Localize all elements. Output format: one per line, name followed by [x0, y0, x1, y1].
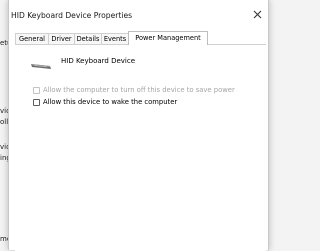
allow-wake-option[interactable]: Allow this device to wake the computer: [33, 98, 177, 106]
tab-driver[interactable]: Driver: [48, 33, 75, 44]
tab-power-management[interactable]: Power Management: [128, 31, 208, 45]
keyboard-icon: [31, 64, 51, 69]
allow-wake-label[interactable]: Allow this device to wake the computer: [43, 98, 177, 106]
tab-events[interactable]: Events: [101, 33, 129, 44]
allow-turn-off-option: Allow the computer to turn off this devi…: [33, 86, 235, 94]
title-bar[interactable]: HID Keyboard Device Properties: [9, 0, 268, 30]
dialog-title: HID Keyboard Device Properties: [11, 11, 133, 20]
tab-details[interactable]: Details: [74, 33, 102, 44]
allow-turn-off-checkbox: [33, 86, 40, 94]
device-name: HID Keyboard Device: [61, 57, 136, 65]
allow-turn-off-label: Allow the computer to turn off this devi…: [43, 86, 235, 94]
close-button[interactable]: [249, 6, 265, 22]
tab-general[interactable]: General: [15, 33, 49, 44]
allow-wake-checkbox[interactable]: [33, 98, 40, 106]
properties-dialog: HID Keyboard Device Properties General D…: [8, 0, 269, 251]
close-icon: [253, 10, 261, 18]
power-management-panel: HID Keyboard Device Allow the computer t…: [15, 44, 266, 251]
